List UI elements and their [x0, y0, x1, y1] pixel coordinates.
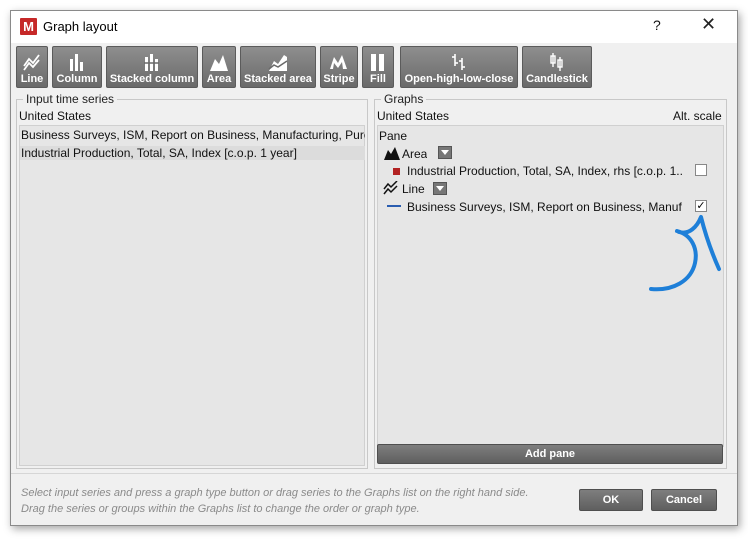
dialog-footer: Select input series and press a graph ty… [11, 473, 737, 526]
candlestick-button-label: Candlestick [526, 73, 588, 85]
candlestick-icon [550, 53, 563, 71]
line-group-label[interactable]: Line [402, 182, 425, 196]
hint-line-1: Select input series and press a graph ty… [21, 487, 529, 499]
area-group-label[interactable]: Area [402, 147, 427, 161]
line-button-label: Line [20, 73, 44, 85]
line-series-color-swatch [387, 205, 401, 207]
stacked-area-button-label: Stacked area [244, 73, 312, 85]
area-button-label: Area [206, 73, 232, 85]
ohlc-icon [452, 54, 465, 70]
fill-button[interactable]: Fill [362, 46, 394, 88]
stacked-column-icon [144, 54, 159, 71]
line-button[interactable]: Line [16, 46, 48, 88]
annotation-arrow-icon [649, 215, 721, 292]
pane-label[interactable]: Pane [379, 129, 407, 143]
hint-text: Select input series and press a graph ty… [21, 485, 529, 517]
stripe-button-label: Stripe [323, 73, 355, 85]
fill-chart-icon [371, 54, 384, 71]
fill-button-label: Fill [370, 73, 386, 85]
input-series-list[interactable]: Business Surveys, ISM, Report on Busines… [19, 125, 365, 466]
area-type-dropdown[interactable] [438, 146, 452, 159]
area-chart-icon [384, 147, 400, 160]
area-button[interactable]: Area [202, 46, 236, 88]
app-logo-icon: M [20, 18, 37, 35]
window-title: Graph layout [43, 19, 118, 34]
add-pane-button[interactable]: Add pane [377, 444, 723, 464]
input-series-title: Input time series [23, 92, 118, 106]
line-chart-icon [383, 181, 398, 195]
ohlc-button[interactable]: Open-high-low-close [400, 46, 518, 88]
list-item[interactable]: Industrial Production, Total, SA, Index … [20, 146, 365, 160]
input-group-header: United States [19, 109, 92, 123]
graphs-title: Graphs [381, 92, 427, 106]
column-button[interactable]: Column [52, 46, 102, 88]
title-bar: M Graph layout ? ✕ [11, 11, 737, 43]
ohlc-button-label: Open-high-low-close [404, 73, 514, 85]
help-button[interactable]: ? [653, 17, 661, 33]
hint-line-2: Drag the series or groups within the Gra… [21, 503, 420, 515]
graph-layout-dialog: M Graph layout ? ✕ Line Column Stacked c… [10, 10, 738, 526]
area-chart-icon [210, 55, 228, 71]
stacked-area-button[interactable]: Stacked area [240, 46, 316, 88]
input-series-group: Input time series United States Business… [16, 92, 368, 469]
stacked-area-icon [268, 55, 288, 71]
line-type-dropdown[interactable] [433, 182, 447, 195]
stacked-column-button[interactable]: Stacked column [106, 46, 198, 88]
ok-button[interactable]: OK [579, 489, 643, 511]
line-chart-icon [23, 54, 40, 71]
list-item[interactable]: Business Surveys, ISM, Report on Busines… [20, 128, 365, 142]
stacked-column-button-label: Stacked column [109, 73, 195, 85]
stripe-button[interactable]: Stripe [320, 46, 358, 88]
graphs-group-header: United States [377, 109, 450, 123]
area-series-item[interactable]: Industrial Production, Total, SA, Index,… [407, 164, 682, 178]
candlestick-button[interactable]: Candlestick [522, 46, 592, 88]
stripe-chart-icon [330, 55, 347, 69]
area-series-color-swatch [393, 168, 400, 175]
area-alt-scale-checkbox[interactable] [695, 164, 707, 176]
cancel-button[interactable]: Cancel [651, 489, 717, 511]
column-chart-icon [70, 54, 83, 71]
column-button-label: Column [56, 73, 98, 85]
alt-scale-header: Alt. scale [673, 109, 722, 123]
close-icon[interactable]: ✕ [701, 14, 716, 34]
